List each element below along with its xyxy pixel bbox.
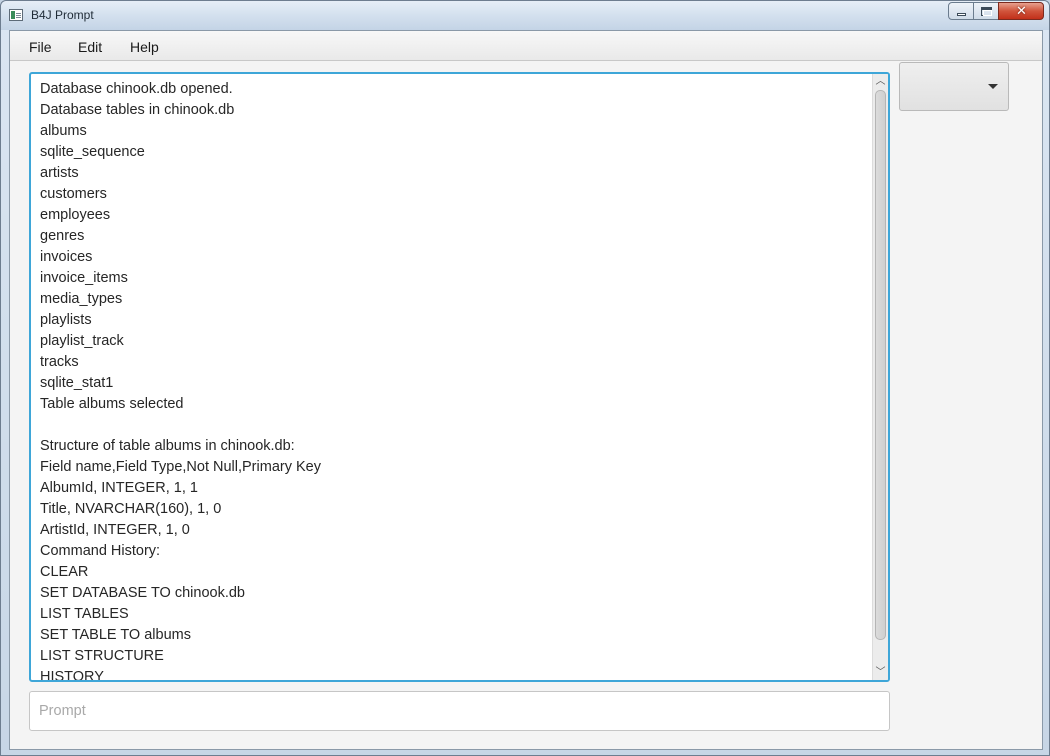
log-line: Structure of table albums in chinook.db: bbox=[40, 438, 295, 454]
log-line: media_types bbox=[40, 291, 123, 307]
log-line: CLEAR bbox=[40, 564, 89, 580]
log-line: tracks bbox=[40, 354, 79, 370]
menu-file[interactable]: File bbox=[29, 39, 52, 55]
chevron-up-icon[interactable]: ︿ bbox=[873, 74, 888, 89]
output-log[interactable]: Database chinook.db opened. Database tabl… bbox=[29, 72, 890, 682]
menu-bar: File Edit Help bbox=[10, 31, 1042, 61]
log-line: sqlite_stat1 bbox=[40, 375, 114, 391]
log-line: LIST STRUCTURE bbox=[40, 648, 164, 664]
log-line: Command History: bbox=[40, 543, 161, 559]
maximize-button[interactable] bbox=[973, 2, 999, 20]
log-line: playlists bbox=[40, 312, 92, 328]
maximize-icon bbox=[981, 7, 992, 16]
vertical-scrollbar[interactable]: ︿ ﹀ bbox=[872, 74, 888, 680]
chevron-down-icon[interactable] bbox=[988, 84, 998, 89]
log-line: SET TABLE TO albums bbox=[40, 627, 191, 643]
prompt-input[interactable] bbox=[29, 691, 890, 731]
command-combo-box[interactable] bbox=[899, 62, 1009, 111]
log-line: LIST TABLES bbox=[40, 606, 129, 622]
minimize-button[interactable] bbox=[948, 2, 974, 20]
menu-help[interactable]: Help bbox=[130, 39, 159, 55]
scrollbar-thumb[interactable] bbox=[875, 90, 886, 640]
close-icon: ✕ bbox=[1016, 4, 1027, 19]
log-line: Database tables in chinook.db bbox=[40, 102, 235, 118]
log-line: ArtistId, INTEGER, 1, 0 bbox=[40, 522, 190, 538]
app-window: B4J Prompt ✕ File Edit Help Database chi… bbox=[0, 0, 1050, 756]
log-line: HISTORY bbox=[40, 669, 104, 682]
log-line: playlist_track bbox=[40, 333, 124, 349]
log-line: Title, NVARCHAR(160), 1, 0 bbox=[40, 501, 222, 517]
client-area: File Edit Help Database chinook.db opene… bbox=[9, 30, 1043, 750]
app-icon bbox=[9, 9, 23, 21]
log-line: SET DATABASE TO chinook.db bbox=[40, 585, 245, 601]
log-line: Field name,Field Type,Not Null,Primary K… bbox=[40, 459, 321, 475]
log-line: invoice_items bbox=[40, 270, 128, 286]
window-title: B4J Prompt bbox=[31, 8, 94, 22]
close-button[interactable]: ✕ bbox=[998, 2, 1044, 20]
log-line: employees bbox=[40, 207, 111, 223]
output-log-lines: Database chinook.db opened. Database tabl… bbox=[40, 79, 870, 682]
minimize-icon bbox=[957, 13, 966, 16]
log-line: invoices bbox=[40, 249, 93, 265]
chevron-down-icon[interactable]: ﹀ bbox=[873, 665, 888, 680]
title-bar[interactable]: B4J Prompt ✕ bbox=[1, 1, 1049, 30]
log-line: customers bbox=[40, 186, 107, 202]
log-line: genres bbox=[40, 228, 85, 244]
log-line: artists bbox=[40, 165, 79, 181]
log-line: albums bbox=[40, 123, 87, 139]
menu-edit[interactable]: Edit bbox=[78, 39, 102, 55]
log-line: Table albums selected bbox=[40, 396, 184, 412]
log-line: AlbumId, INTEGER, 1, 1 bbox=[40, 480, 198, 496]
window-controls: ✕ bbox=[948, 2, 1044, 21]
log-line: Database chinook.db opened. bbox=[40, 81, 233, 97]
log-line: sqlite_sequence bbox=[40, 144, 145, 160]
